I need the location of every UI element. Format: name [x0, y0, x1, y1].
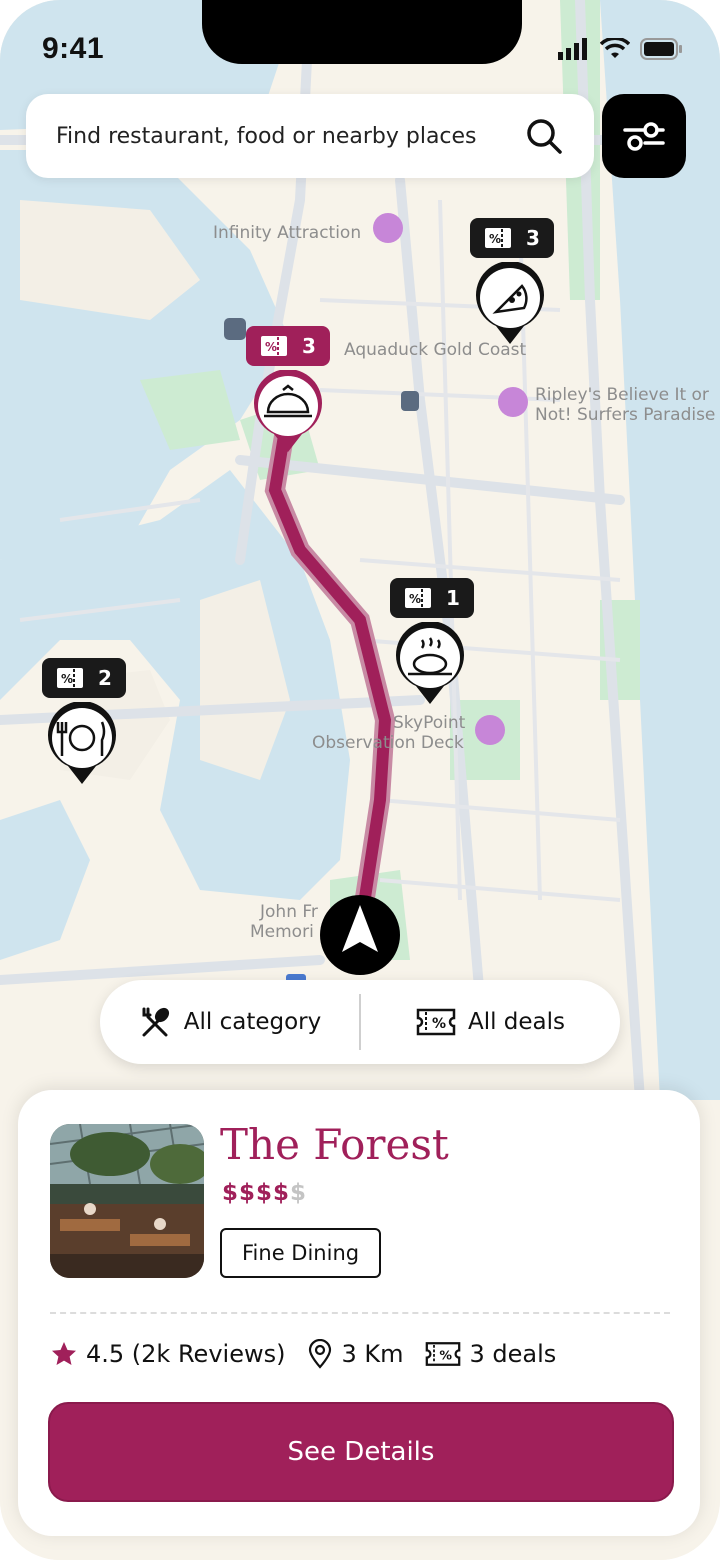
ticket-icon: %	[405, 588, 431, 608]
search-bar	[26, 94, 594, 178]
svg-text:%: %	[61, 672, 73, 686]
restaurant-meta: 4.5 (2k Reviews) 3 Km % 3 deals	[50, 1334, 556, 1374]
ticket-icon: %	[416, 1008, 456, 1036]
ticket-icon: %	[261, 336, 287, 356]
deal-badge-chicken[interactable]: % 1	[390, 578, 474, 618]
dining-pin[interactable]	[46, 702, 118, 786]
price-level: $$$$$	[222, 1180, 307, 1206]
ticket-icon: %	[57, 668, 83, 688]
all-deals-button[interactable]: % All deals	[361, 980, 620, 1064]
deals-count: % 3 deals	[425, 1340, 556, 1368]
distance-text: 3 Km	[341, 1340, 404, 1368]
search-icon[interactable]	[524, 116, 564, 156]
search-input[interactable]	[56, 123, 524, 149]
phone-screen: Infinity Attraction Aquaduck Gold Coast …	[0, 0, 720, 1560]
deal-badge-dining[interactable]: % 2	[42, 658, 126, 698]
chicken-pin[interactable]	[394, 622, 466, 706]
deals-text: 3 deals	[469, 1340, 557, 1368]
ticket-icon: %	[485, 228, 511, 248]
svg-text:%: %	[265, 340, 277, 354]
rating-text: 4.5 (2k Reviews)	[86, 1340, 286, 1368]
pizza-pin[interactable]	[474, 262, 546, 346]
ticket-icon: %	[426, 1342, 461, 1366]
cloche-pin[interactable]	[252, 370, 324, 454]
all-category-label: All category	[183, 1009, 322, 1035]
deal-count: 3	[302, 334, 316, 358]
utensils-icon	[142, 1007, 169, 1037]
deal-count: 3	[526, 226, 540, 250]
map-label-john-line1: John Fr	[259, 902, 318, 922]
restaurant-photo	[50, 1124, 204, 1278]
svg-text:%: %	[440, 1347, 453, 1362]
restaurant-name: The Forest	[220, 1120, 449, 1169]
signal-icon	[558, 38, 587, 60]
svg-text:%: %	[489, 232, 501, 246]
camera-notch	[202, 0, 522, 64]
cuisine-tag: Fine Dining	[220, 1228, 382, 1278]
map-label-infinity: Infinity Attraction	[213, 223, 361, 243]
all-category-button[interactable]: All category	[100, 980, 359, 1064]
battery-icon	[640, 38, 682, 60]
map-label-skypoint-line2: Observation Deck	[312, 733, 464, 753]
svg-text:%: %	[409, 592, 421, 606]
deal-count: 2	[98, 666, 112, 690]
current-location-marker[interactable]	[320, 895, 400, 975]
rating: 4.5 (2k Reviews)	[50, 1340, 285, 1368]
map-label-ripley-line2: Not! Surfers Paradise	[535, 405, 715, 425]
map-label-ripley-line1: Ripley's Believe It or	[535, 385, 709, 405]
filter-category-bar: All category % All deals	[100, 980, 620, 1064]
price-inactive: $	[290, 1180, 308, 1206]
deal-badge-pizza[interactable]: % 3	[470, 218, 554, 258]
svg-text:%: %	[432, 1016, 446, 1032]
deal-badge-cloche[interactable]: % 3	[246, 326, 330, 366]
filter-icon	[623, 122, 665, 151]
restaurant-card[interactable]: The Forest $$$$$ Fine Dining 4.5 (2k Rev…	[18, 1090, 700, 1536]
map-label-john-line2: Memori	[250, 922, 314, 942]
map-label-skypoint-line1: SkyPoint	[393, 713, 466, 733]
star-icon	[52, 1342, 76, 1365]
distance: 3 Km	[307, 1339, 403, 1369]
see-details-button[interactable]: See Details	[48, 1402, 674, 1502]
all-deals-label: All deals	[467, 1009, 566, 1035]
divider	[50, 1312, 670, 1314]
deal-count: 1	[446, 586, 460, 610]
wifi-icon	[600, 38, 630, 58]
location-pin-icon	[309, 1339, 332, 1369]
status-icons	[558, 38, 684, 60]
price-active: $$$$	[222, 1180, 291, 1206]
status-time: 9:41	[42, 32, 105, 65]
filter-button[interactable]	[602, 94, 686, 178]
